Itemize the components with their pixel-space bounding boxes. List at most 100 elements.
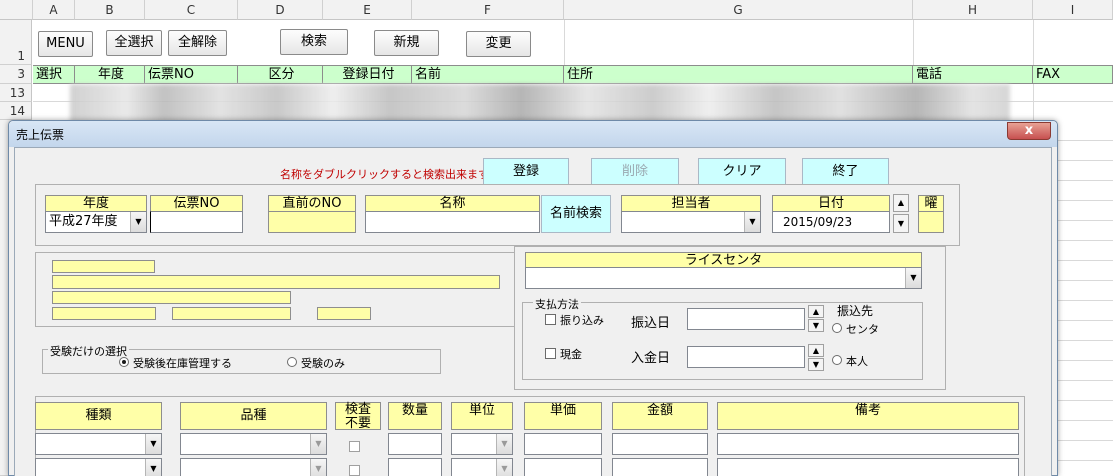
chevron-down-icon[interactable]: ▼ [145,459,161,476]
date-input[interactable]: 2015/09/23 [772,211,890,233]
dest-center-radio[interactable] [832,323,842,333]
exam-manage-radio[interactable] [119,357,129,367]
grid-unit-price-input[interactable] [524,433,602,455]
dialog-body: 名称をダブルクリックすると検索出来ます 登録 削除 クリア 終了 年度 平成27… [14,147,1052,476]
column-header-f[interactable]: F [412,0,564,20]
gridline [1058,400,1113,401]
exam-only-label: 受験のみ [301,357,345,370]
grid-variety-select[interactable]: ▼ [180,433,327,455]
column-header-h[interactable]: H [913,0,1033,20]
delete-button[interactable]: 削除 [591,158,679,185]
dialog-titlebar[interactable]: 売上伝票 x [9,121,1057,147]
slip-no-input[interactable] [150,211,243,233]
grid-no-inspection-checkbox[interactable] [349,465,360,476]
grid-header-amount: 金額 [612,402,708,430]
address-field [52,275,500,289]
chevron-down-icon[interactable]: ▼ [496,434,512,454]
slip-no-label: 伝票NO [150,195,243,212]
cash-checkbox[interactable] [545,348,556,359]
column-header-g[interactable]: G [564,0,913,20]
date-label: 日付 [772,195,890,212]
gridline [1058,240,1113,241]
chevron-down-icon[interactable]: ▼ [744,212,760,232]
chevron-down-icon[interactable]: ▼ [130,212,146,232]
deposit-date-down-icon[interactable]: ▼ [808,358,824,371]
transfer-date-input[interactable] [687,308,805,330]
sheet-header-year: 年度 [75,65,145,84]
gridline [1058,180,1113,181]
deposit-date-input[interactable] [687,346,805,368]
change-button[interactable]: 変更 [466,31,531,57]
column-header-a[interactable]: A [33,0,75,20]
transfer-checkbox[interactable] [545,314,556,325]
row-header-1[interactable]: 1 [0,20,32,65]
rice-center-select[interactable]: ▼ [525,267,922,289]
dest-person-label: 本人 [846,355,868,368]
column-header-c[interactable]: C [145,0,238,20]
column-header-e[interactable]: E [323,0,412,20]
gridline [1058,360,1113,361]
chevron-down-icon[interactable]: ▼ [310,459,326,476]
gridline [1058,320,1113,321]
grid-no-inspection-checkbox[interactable] [349,441,360,452]
dest-center-label: センタ [846,323,879,336]
transfer-date-down-icon[interactable]: ▼ [808,319,824,332]
select-all-corner[interactable] [0,0,33,20]
grid-type-select[interactable]: ▼ [35,433,162,455]
exit-button[interactable]: 終了 [802,158,889,185]
row-header-14[interactable]: 14 [0,102,32,120]
exam-only-radio[interactable] [287,357,297,367]
chevron-down-icon[interactable]: ▼ [905,268,921,288]
name-input[interactable] [365,211,540,233]
row-header-3[interactable]: 3 [0,65,32,84]
staff-select[interactable]: ▼ [621,211,761,233]
grid-quantity-input[interactable] [388,433,442,455]
dest-person-radio[interactable] [832,355,842,365]
gridline [913,20,914,65]
search-hint: 名称をダブルクリックすると検索出来ます [280,168,489,181]
date-up-icon[interactable]: ▲ [893,194,909,212]
gridline [1058,220,1113,221]
name-search-button[interactable]: 名前検索 [541,195,611,233]
transfer-label: 振り込み [560,314,604,327]
column-header-i[interactable]: I [1033,0,1113,20]
transfer-date-up-icon[interactable]: ▲ [808,305,824,318]
sales-slip-dialog: 売上伝票 x 名称をダブルクリックすると検索出来ます 登録 削除 クリア 終了 … [8,120,1058,476]
deposit-date-up-icon[interactable]: ▲ [808,344,824,357]
register-button[interactable]: 登録 [483,158,569,185]
grid-unit-select[interactable]: ▼ [451,433,513,455]
close-button[interactable]: x [1007,122,1051,140]
new-button[interactable]: 新規 [374,30,439,56]
search-button[interactable]: 検索 [280,29,348,55]
year-select[interactable]: 平成27年度 ▼ [45,211,147,233]
gridline [1058,460,1113,461]
clear-button[interactable]: クリア [698,158,786,185]
grid-remarks-input[interactable] [717,458,1019,476]
redacted-row-data [70,84,1010,124]
gridline [1058,200,1113,201]
grid-quantity-input[interactable] [388,458,442,476]
column-header-b[interactable]: B [75,0,145,20]
postal-code-field [52,260,155,273]
cash-label: 現金 [560,348,582,361]
select-all-button[interactable]: 全選択 [106,30,162,56]
grid-unit-select[interactable]: ▼ [451,458,513,476]
grid-unit-price-input[interactable] [524,458,602,476]
grid-remarks-input[interactable] [717,433,1019,455]
chevron-down-icon[interactable]: ▼ [145,434,161,454]
gridline [1058,280,1113,281]
grid-variety-select[interactable]: ▼ [180,458,327,476]
date-down-icon[interactable]: ▼ [893,214,909,233]
menu-button[interactable]: MENU [38,31,93,57]
grid-amount-input[interactable] [612,458,708,476]
grid-type-select[interactable]: ▼ [35,458,162,476]
gridline [1058,260,1113,261]
staff-label: 担当者 [621,195,761,212]
grid-amount-input[interactable] [612,433,708,455]
row-header-13[interactable]: 13 [0,84,32,102]
sheet-header-address: 住所 [564,65,913,84]
deselect-all-button[interactable]: 全解除 [168,30,227,56]
chevron-down-icon[interactable]: ▼ [496,459,512,476]
column-header-d[interactable]: D [238,0,323,20]
chevron-down-icon[interactable]: ▼ [310,434,326,454]
